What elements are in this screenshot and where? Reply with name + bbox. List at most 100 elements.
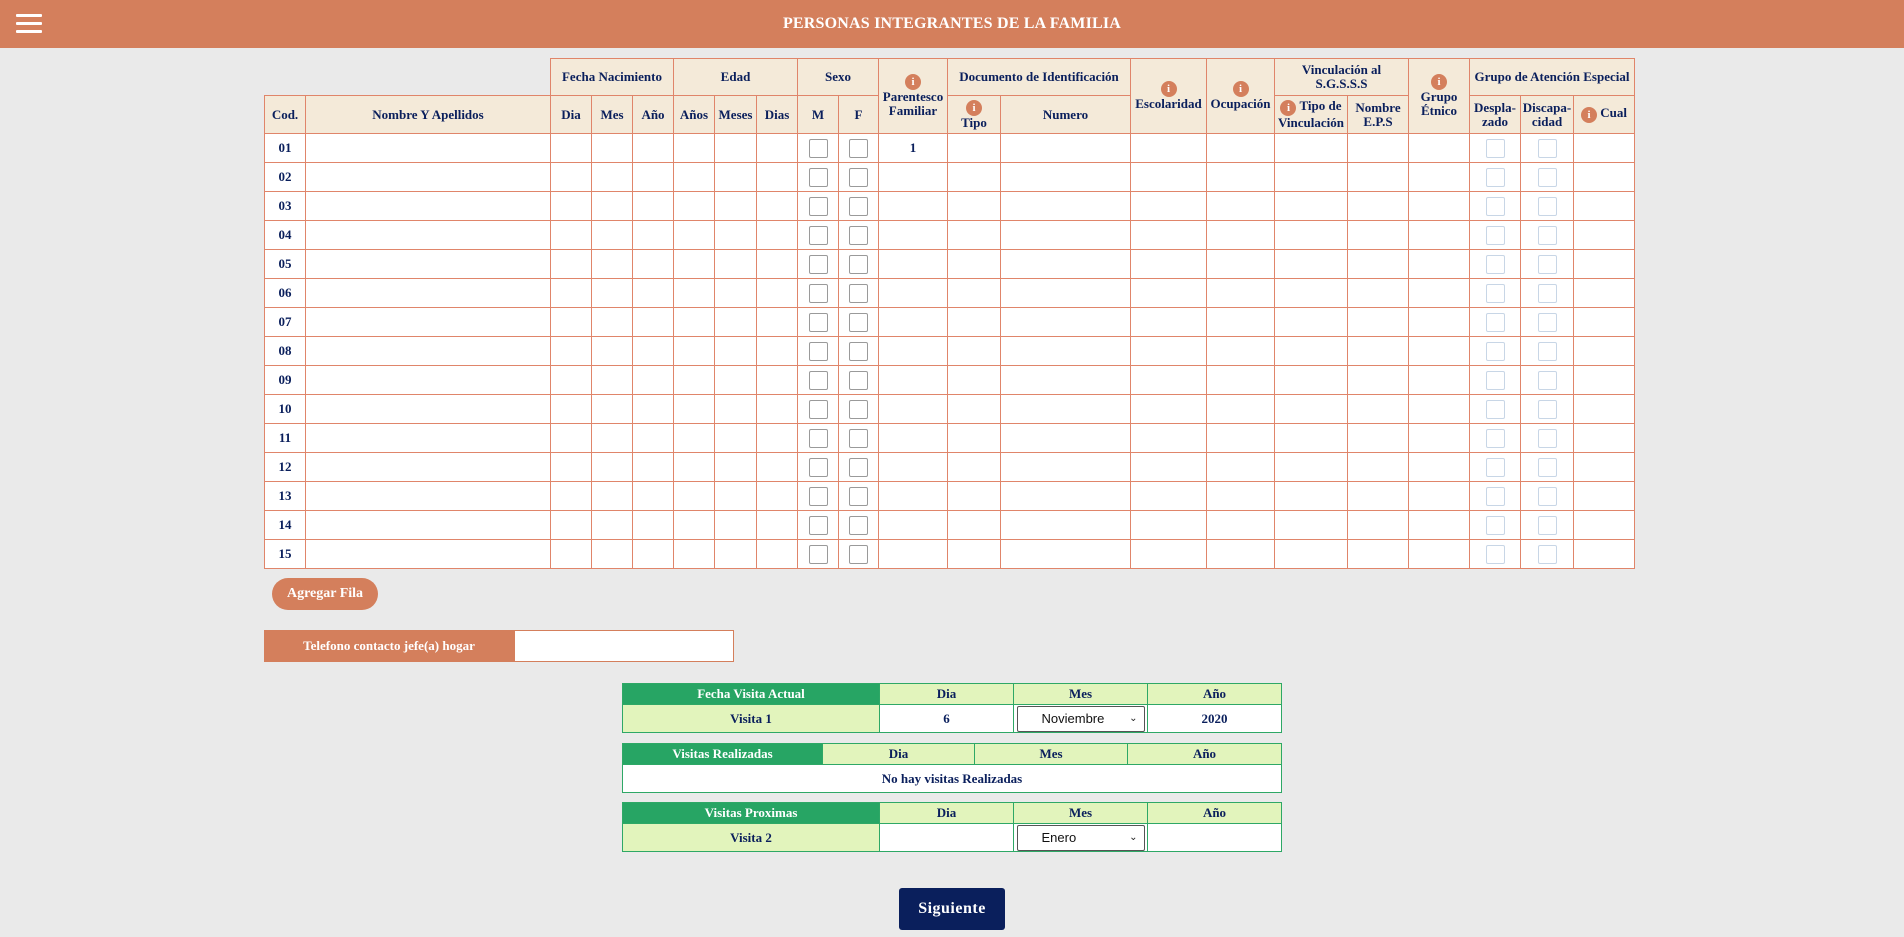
nombre-eps-input[interactable] [1347,539,1409,569]
anios-input[interactable] [673,133,715,163]
dia-input[interactable] [550,220,592,250]
anio-input[interactable] [632,307,674,337]
discapacidad-checkbox[interactable] [1537,428,1557,448]
ocupacion-input[interactable] [1206,162,1275,192]
discapacidad-checkbox[interactable] [1537,544,1557,564]
nombre-eps-input[interactable] [1347,307,1409,337]
nombre-eps-input[interactable] [1347,336,1409,366]
sexo-f-checkbox[interactable] [849,283,868,303]
anio-input[interactable] [632,162,674,192]
ocupacion-input[interactable] [1206,220,1275,250]
escolaridad-input[interactable] [1130,162,1207,192]
escolaridad-input[interactable] [1130,336,1207,366]
info-icon[interactable]: i [1431,74,1447,90]
sexo-f-checkbox[interactable] [849,254,868,274]
tipo-doc-input[interactable] [947,278,1001,308]
discapacidad-checkbox[interactable] [1537,283,1557,303]
nombre-eps-input[interactable] [1347,162,1409,192]
escolaridad-input[interactable] [1130,133,1207,163]
tipo-doc-input[interactable] [947,191,1001,221]
siguiente-button[interactable]: Siguiente [899,888,1005,930]
discapacidad-checkbox[interactable] [1537,196,1557,216]
dias-input[interactable] [756,394,798,424]
parentesco-cell[interactable] [878,278,948,308]
tipo-doc-input[interactable] [947,365,1001,395]
cual-input[interactable] [1573,278,1635,308]
escolaridad-input[interactable] [1130,278,1207,308]
escolaridad-input[interactable] [1130,452,1207,482]
numero-doc-input[interactable] [1000,249,1131,279]
numero-doc-input[interactable] [1000,336,1131,366]
anios-input[interactable] [673,307,715,337]
tipo-vinculacion-input[interactable] [1274,278,1348,308]
anios-input[interactable] [673,481,715,511]
anios-input[interactable] [673,249,715,279]
nombre-input[interactable] [305,162,551,192]
escolaridad-input[interactable] [1130,423,1207,453]
dias-input[interactable] [756,365,798,395]
grupo-etnico-input[interactable] [1408,452,1470,482]
escolaridad-input[interactable] [1130,307,1207,337]
numero-doc-input[interactable] [1000,510,1131,540]
meses-input[interactable] [714,249,757,279]
anio-input[interactable] [632,191,674,221]
sexo-f-checkbox[interactable] [849,457,868,477]
grupo-etnico-input[interactable] [1408,336,1470,366]
tipo-vinculacion-input[interactable] [1274,307,1348,337]
escolaridad-input[interactable] [1130,539,1207,569]
sexo-m-checkbox[interactable] [808,428,828,448]
tipo-vinculacion-input[interactable] [1274,162,1348,192]
grupo-etnico-input[interactable] [1408,278,1470,308]
ocupacion-input[interactable] [1206,394,1275,424]
numero-doc-input[interactable] [1000,452,1131,482]
dia-input[interactable] [550,510,592,540]
nombre-input[interactable] [305,249,551,279]
numero-doc-input[interactable] [1000,307,1131,337]
dias-input[interactable] [756,220,798,250]
numero-doc-input[interactable] [1000,191,1131,221]
cual-input[interactable] [1573,510,1635,540]
grupo-etnico-input[interactable] [1408,249,1470,279]
meses-input[interactable] [714,423,757,453]
nombre-input[interactable] [305,278,551,308]
anios-input[interactable] [673,539,715,569]
ocupacion-input[interactable] [1206,191,1275,221]
numero-doc-input[interactable] [1000,423,1131,453]
parentesco-cell[interactable] [878,191,948,221]
discapacidad-checkbox[interactable] [1537,312,1557,332]
desplazado-checkbox[interactable] [1485,399,1505,419]
mes-input[interactable] [591,249,633,279]
anio-input[interactable] [632,249,674,279]
dias-input[interactable] [756,278,798,308]
desplazado-checkbox[interactable] [1485,544,1505,564]
anios-input[interactable] [673,278,715,308]
dia-input[interactable] [550,133,592,163]
discapacidad-checkbox[interactable] [1537,167,1557,187]
grupo-etnico-input[interactable] [1408,365,1470,395]
anio-input[interactable] [632,481,674,511]
ocupacion-input[interactable] [1206,307,1275,337]
discapacidad-checkbox[interactable] [1537,486,1557,506]
desplazado-checkbox[interactable] [1485,167,1505,187]
escolaridad-input[interactable] [1130,365,1207,395]
dias-input[interactable] [756,162,798,192]
parentesco-cell[interactable]: 1 [878,133,948,163]
parentesco-cell[interactable] [878,220,948,250]
nombre-input[interactable] [305,336,551,366]
sexo-f-checkbox[interactable] [849,486,868,506]
mes-input[interactable] [591,539,633,569]
sexo-m-checkbox[interactable] [808,341,828,361]
dias-input[interactable] [756,191,798,221]
sexo-f-checkbox[interactable] [849,544,868,564]
sexo-f-checkbox[interactable] [849,341,868,361]
cual-input[interactable] [1573,394,1635,424]
tipo-doc-input[interactable] [947,249,1001,279]
anio-input[interactable] [632,423,674,453]
visita-actual-dia[interactable]: 6 [879,704,1014,733]
cual-input[interactable] [1573,191,1635,221]
meses-input[interactable] [714,539,757,569]
dias-input[interactable] [756,133,798,163]
discapacidad-checkbox[interactable] [1537,341,1557,361]
dia-input[interactable] [550,336,592,366]
numero-doc-input[interactable] [1000,278,1131,308]
